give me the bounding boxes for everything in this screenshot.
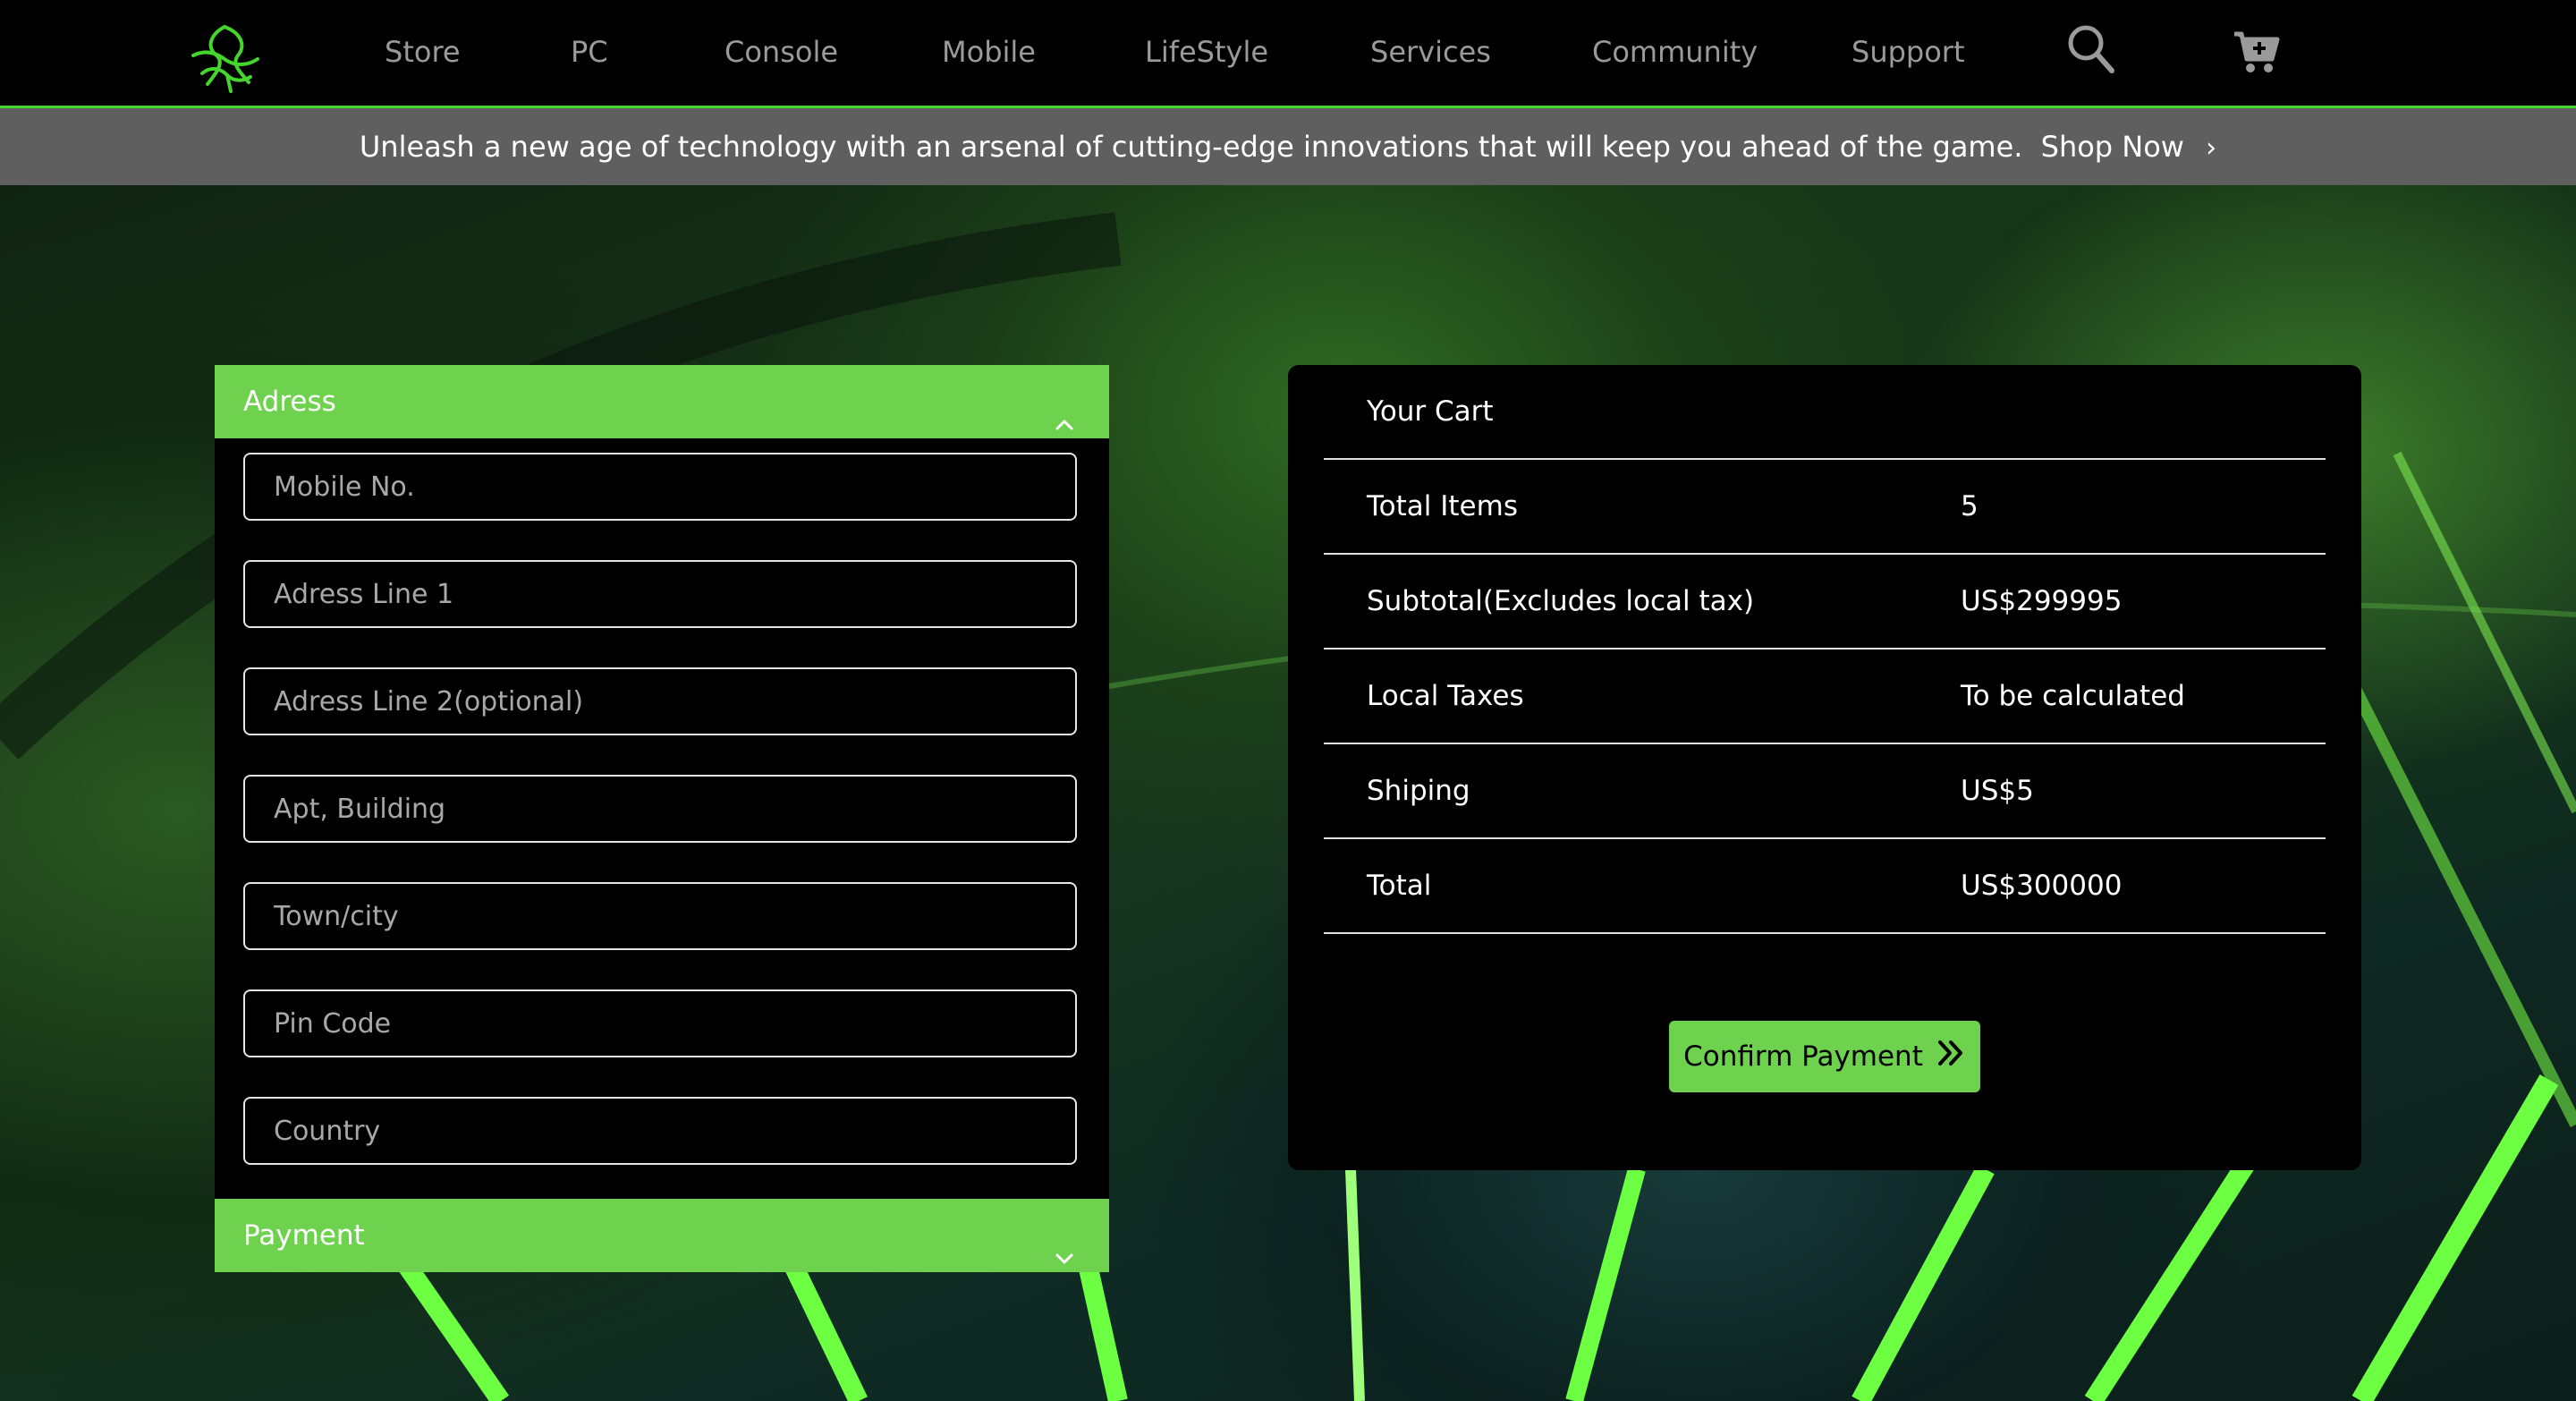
search-icon[interactable] [2066,23,2116,81]
cart-row-value: US$5 [1961,775,2034,807]
checkout-accordion: Adress Payment [215,365,1109,1272]
country-field[interactable] [243,1097,1077,1165]
confirm-payment-button[interactable]: Confirm Payment [1669,1021,1980,1092]
payment-accordion-header[interactable]: Payment [215,1199,1109,1272]
cart-row-total: Total US$300000 [1324,839,2326,934]
cart-title: Your Cart [1367,395,1494,428]
promo-banner: Unleash a new age of technology with an … [0,108,2576,185]
pin-code-field[interactable] [243,989,1077,1057]
chevron-right-icon[interactable]: › [2206,110,2216,187]
cart-row-label: Subtotal(Excludes local tax) [1367,585,1755,617]
cart-row-label: Total Items [1367,490,1518,522]
confirm-payment-label: Confirm Payment [1683,1040,1923,1073]
cart-row-value: To be calculated [1961,680,2185,712]
cart-row-label: Shiping [1367,775,1470,807]
cart-row-label: Total [1367,870,1432,902]
nav-services[interactable]: Services [1370,32,1491,72]
address-line-2-field[interactable] [243,667,1077,735]
address-accordion-header[interactable]: Adress [215,365,1109,438]
chevron-up-icon[interactable] [1054,390,1075,430]
double-chevron-right-icon [1936,1038,1966,1075]
payment-heading: Payment [243,1219,365,1252]
cart-row-local-taxes: Local Taxes To be calculated [1324,650,2326,744]
nav-mobile[interactable]: Mobile [942,32,1036,72]
nav-lifestyle[interactable]: LifeStyle [1145,32,1268,72]
apt-building-field[interactable] [243,775,1077,843]
promo-text: Unleash a new age of technology with an … [359,130,2023,164]
chevron-down-icon[interactable] [1054,1224,1075,1264]
cart-row-value: US$299995 [1961,585,2123,617]
town-city-field[interactable] [243,882,1077,950]
nav-support[interactable]: Support [1852,32,1965,72]
nav-pc[interactable]: PC [571,32,608,72]
address-heading: Adress [243,386,336,418]
nav-store[interactable]: Store [385,32,461,72]
cart-row-shipping: Shiping US$5 [1324,744,2326,839]
cart-icon[interactable] [2231,27,2281,81]
cart-row-label: Local Taxes [1367,680,1524,712]
razer-logo-icon[interactable] [184,20,265,95]
cart-row-subtotal: Subtotal(Excludes local tax) US$299995 [1324,555,2326,650]
cart-title-row: Your Cart [1324,365,2326,460]
top-navigation: Store PC Console Mobile LifeStyle Servic… [0,0,2576,108]
cart-row-total-items: Total Items 5 [1324,460,2326,555]
address-line-1-field[interactable] [243,560,1077,628]
shop-now-link[interactable]: Shop Now [2041,130,2184,164]
cart-row-value: US$300000 [1961,870,2123,902]
nav-community[interactable]: Community [1592,32,1758,72]
cart-row-value: 5 [1961,490,1979,522]
nav-console[interactable]: Console [724,32,838,72]
mobile-number-field[interactable] [243,453,1077,521]
